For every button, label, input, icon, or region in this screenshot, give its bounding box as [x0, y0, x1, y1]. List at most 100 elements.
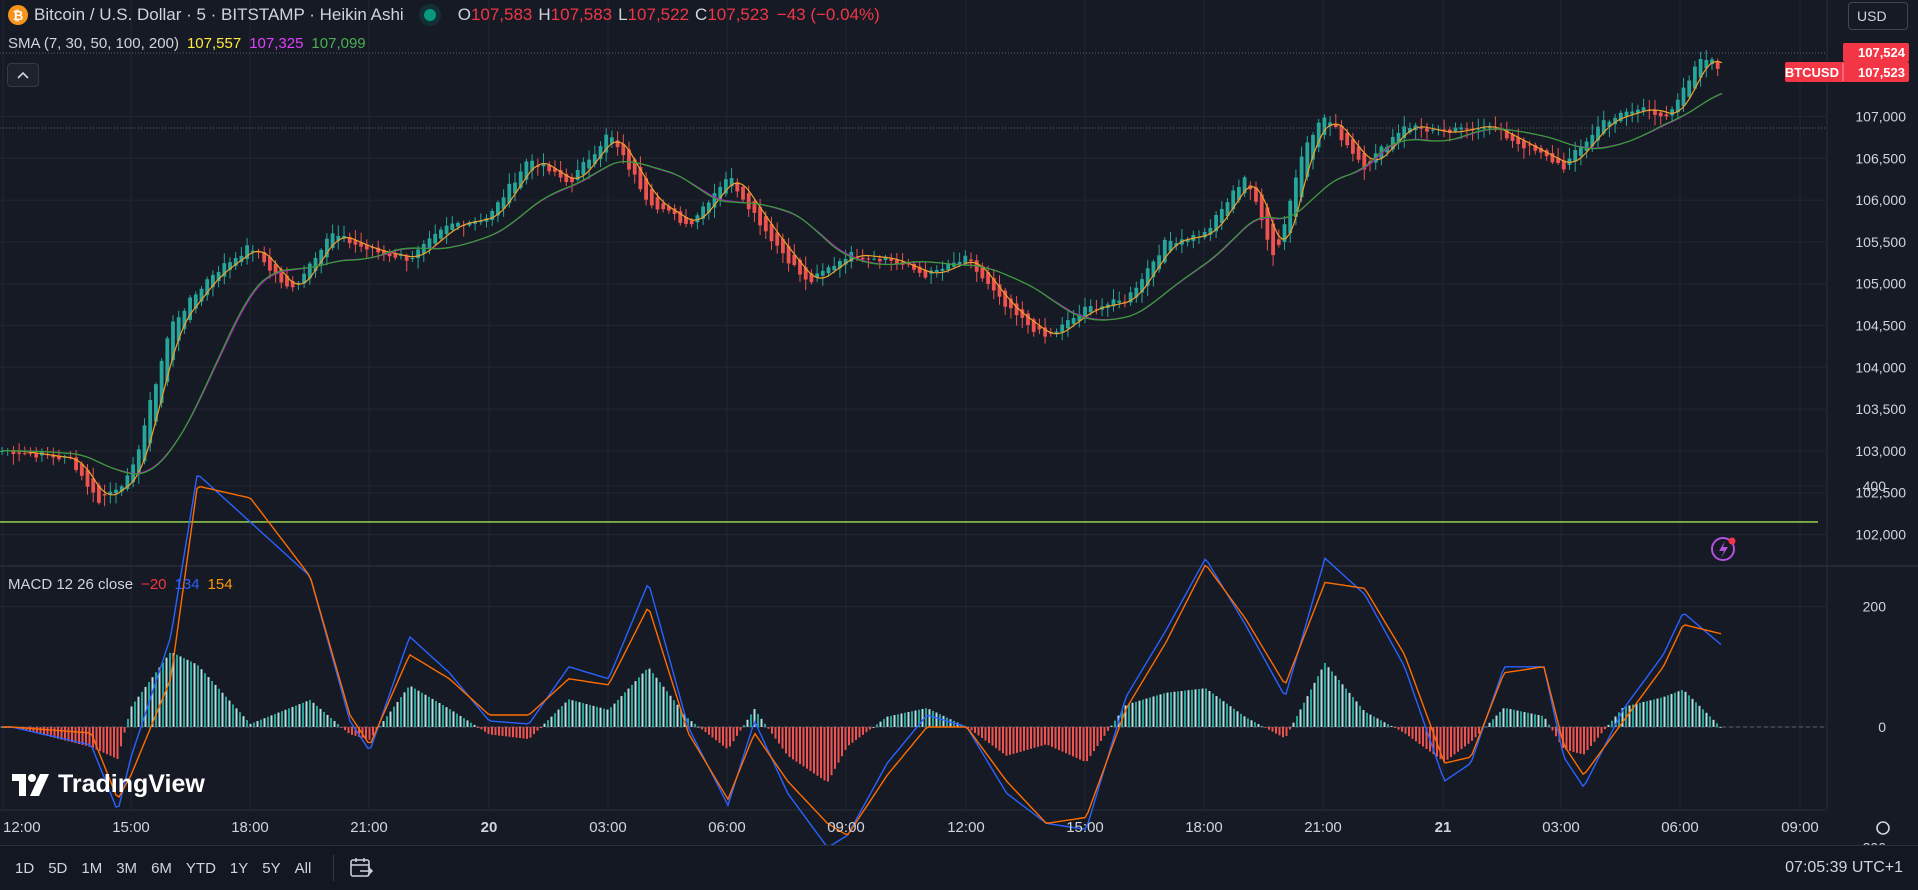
macd-histogram-bar: [1226, 703, 1228, 727]
macd-histogram-bar: [1338, 680, 1340, 727]
macd-histogram-bar: [561, 706, 563, 727]
high-label: H: [538, 5, 551, 24]
time-tick-label: 15:00: [112, 819, 150, 836]
macd-histogram-bar: [718, 727, 721, 743]
open-label: O: [457, 5, 471, 24]
candle-up: [410, 257, 415, 259]
macd-histogram-bar: [554, 713, 556, 727]
macd-histogram-bar: [144, 686, 147, 727]
range-5y-button[interactable]: 5Y: [262, 860, 280, 877]
candle-down: [661, 203, 666, 210]
macd-histogram-bar: [295, 705, 297, 727]
range-1d-button[interactable]: 1D: [15, 860, 34, 877]
low-value: 107,522: [627, 5, 690, 24]
macd-histogram-bar: [344, 727, 346, 731]
macd-histogram-bar: [1002, 727, 1004, 754]
symbol-title[interactable]: Bitcoin / U.S. Dollar · 5 · BITSTAMP · H…: [34, 5, 404, 25]
macd-histogram-bar: [641, 673, 644, 727]
candle-down: [1425, 128, 1429, 132]
macd-histogram-bar: [403, 692, 406, 727]
macd-histogram-bar: [1128, 703, 1130, 727]
macd-histogram-bar: [939, 714, 941, 727]
candle-up: [433, 233, 438, 244]
calendar-goto-icon[interactable]: [348, 855, 374, 881]
range-all-button[interactable]: All: [295, 860, 312, 877]
macd-tick-label: 400: [1863, 478, 1887, 494]
macd-histogram-bar: [123, 727, 126, 733]
macd-histogram-bar: [400, 697, 402, 727]
macd-histogram-bar: [1201, 688, 1204, 727]
macd-histogram-bar: [1180, 690, 1183, 727]
macd-histogram-bar: [519, 727, 521, 739]
range-6m-button[interactable]: 6M: [151, 860, 172, 877]
macd-histogram-bar: [421, 692, 423, 727]
macd-histogram-bar: [508, 727, 511, 737]
macd-histogram-bar: [298, 704, 301, 727]
macd-histogram-bar: [1513, 709, 1515, 727]
clock-display[interactable]: 07:05:39 UTC+1: [1785, 859, 1903, 877]
macd-histogram-bar: [1471, 727, 1473, 741]
macd-histogram-bar: [946, 717, 948, 727]
macd-histogram-bar: [624, 692, 626, 727]
sma-legend[interactable]: SMA (7, 30, 50, 100, 200) 107,557 107,32…: [8, 35, 366, 52]
macd-histogram-bar: [1131, 702, 1134, 727]
macd-histogram-bar: [158, 667, 161, 727]
range-5d-button[interactable]: 5D: [48, 860, 67, 877]
currency-selector[interactable]: USD: [1848, 2, 1908, 30]
macd-histogram-bar: [316, 705, 318, 727]
macd-histogram-bar: [893, 715, 896, 727]
macd-histogram-bar: [190, 661, 192, 727]
macd-histogram-bar: [1082, 727, 1085, 762]
macd-histogram-bar: [372, 727, 374, 736]
macd-histogram-bar: [179, 656, 182, 727]
macd-line-value: 134: [174, 576, 200, 593]
collapse-legend-button[interactable]: [7, 63, 39, 87]
macd-histogram-bar: [1296, 716, 1298, 727]
time-tick-label: 21:00: [1304, 819, 1342, 836]
time-tick-label: 18:00: [231, 819, 269, 836]
candle-up: [872, 258, 876, 260]
macd-histogram-bar: [1285, 727, 1288, 736]
macd-histogram-bar: [799, 727, 801, 765]
macd-histogram-bar: [991, 727, 994, 746]
macd-legend[interactable]: MACD 12 26 close −20 134 154: [8, 576, 233, 593]
macd-histogram-bar: [1233, 708, 1235, 727]
candle-down: [889, 258, 894, 261]
macd-histogram-bar: [711, 727, 714, 738]
macd-histogram-bar: [288, 708, 290, 727]
macd-histogram-bar: [634, 681, 637, 727]
macd-histogram-bar: [676, 704, 679, 727]
candle-down: [649, 188, 654, 206]
market-status-icon[interactable]: [423, 9, 436, 21]
macd-histogram-bar: [1075, 727, 1078, 758]
macd-histogram-bar: [932, 710, 934, 727]
close-value: 107,523: [707, 5, 769, 24]
chart-canvas[interactable]: 107,000 106,500 106,000 105,500 105,000 104,5…: [0, 0, 1918, 845]
macd-histogram-bar: [1502, 708, 1505, 727]
macd-histogram-bar: [1555, 727, 1557, 737]
macd-histogram-bar: [529, 727, 532, 738]
macd-histogram-bar: [627, 688, 630, 727]
macd-histogram-bar: [323, 711, 325, 727]
macd-histogram-bar: [428, 696, 430, 727]
macd-histogram-bar: [1394, 727, 1396, 728]
price-tick-label: 104,500: [1855, 318, 1906, 334]
macd-histogram-bar: [974, 727, 976, 733]
tradingview-logo[interactable]: TradingView: [12, 770, 205, 799]
candle-up: [450, 223, 455, 230]
macd-histogram-bar: [1089, 727, 1092, 757]
macd-histogram-bar: [522, 727, 525, 739]
range-1y-button[interactable]: 1Y: [230, 860, 248, 877]
macd-histogram-bar: [207, 677, 210, 727]
range-1m-button[interactable]: 1M: [81, 860, 102, 877]
macd-histogram-bar: [424, 694, 427, 727]
macd-histogram-bar: [1649, 700, 1652, 727]
macd-histogram-bar: [211, 680, 213, 727]
range-ytd-button[interactable]: YTD: [186, 860, 216, 877]
macd-histogram-bar: [571, 700, 574, 727]
macd-histogram-bar: [386, 716, 388, 727]
candle-down: [102, 494, 107, 496]
macd-histogram-bar: [1170, 692, 1172, 727]
macd-histogram-bar: [722, 727, 724, 746]
range-3m-button[interactable]: 3M: [116, 860, 137, 877]
